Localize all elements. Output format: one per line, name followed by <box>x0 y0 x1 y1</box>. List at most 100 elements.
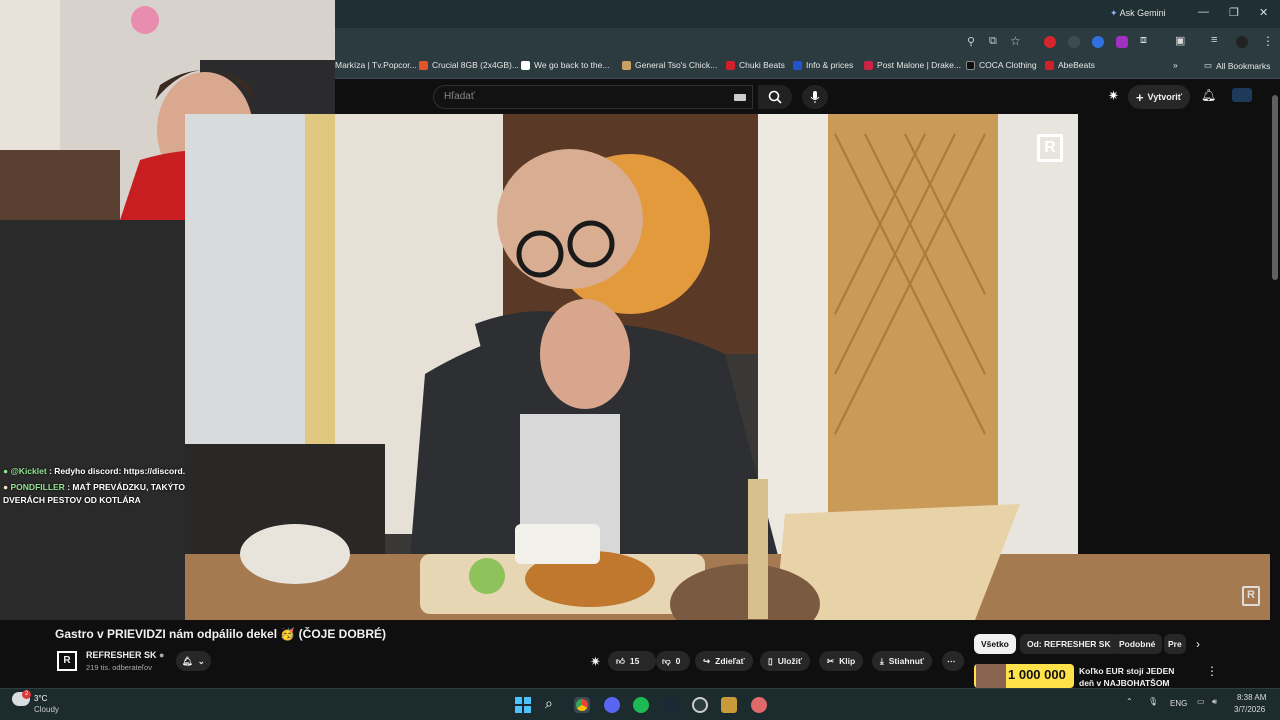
voice-search-button[interactable] <box>802 85 828 109</box>
page-scrollbar[interactable] <box>1272 95 1278 280</box>
bookmark-item[interactable]: General Tso's Chick... <box>622 60 717 70</box>
more-vert-icon[interactable]: ⋮ <box>1206 664 1218 678</box>
bookmark-item[interactable]: We go back to the... <box>521 60 609 70</box>
menu-icon[interactable]: ⋮ <box>1262 34 1274 48</box>
chrome-taskbar-icon[interactable] <box>574 697 590 713</box>
stream-sidebar <box>0 220 185 620</box>
all-bookmarks-button[interactable]: ▭ All Bookmarks <box>1204 60 1270 71</box>
notifications-bell-icon[interactable]: 🔔︎ <box>1201 88 1216 102</box>
bookmark-item[interactable]: Info & prices <box>793 60 853 70</box>
subscribe-bell-button[interactable]: 🔔︎ ⌄ <box>176 651 211 671</box>
bookmark-item[interactable]: Markíza | Tv.Popcor... <box>335 60 417 70</box>
search-icon <box>768 90 782 104</box>
extension-icon[interactable] <box>1044 36 1056 48</box>
channel-watermark-icon: R <box>1037 134 1063 162</box>
restore-icon[interactable]: ❐ <box>1229 6 1239 19</box>
address-bar <box>335 28 1280 55</box>
download-button[interactable]: ⤓ Stiahnuť <box>872 651 933 671</box>
extensions-puzzle-icon[interactable]: ⧈ <box>1140 34 1147 47</box>
verified-icon: ● <box>159 650 165 660</box>
branding-icon[interactable]: R <box>1242 586 1260 606</box>
side-panel-icon[interactable]: ▣ <box>1175 34 1185 47</box>
bookmark-icon: ▯ <box>768 655 773 666</box>
bookmark-favicon <box>966 60 975 70</box>
bookmark-favicon <box>419 60 428 70</box>
windows-start-icon[interactable] <box>515 697 531 713</box>
bookmark-item[interactable]: Post Malone | Drake... <box>864 60 961 70</box>
profile-avatar[interactable] <box>1236 36 1248 48</box>
microphone-tray-icon[interactable]: 🎙︎ <box>1148 697 1158 706</box>
search-input[interactable]: Hľadať <box>433 85 753 109</box>
game-taskbar-icon[interactable] <box>721 697 737 713</box>
thumbnail-face <box>976 664 1006 688</box>
ask-gemini-button[interactable]: ✦ Ask Gemini <box>1110 8 1166 19</box>
close-icon[interactable]: ✕ <box>1259 6 1268 19</box>
bell-icon: 🔔︎ <box>182 655 193 666</box>
bookmark-item[interactable]: Chuki Beats <box>726 60 785 70</box>
bookmarks-bar: Markíza | Tv.Popcor... Crucial 8GB (2x4G… <box>335 55 1280 79</box>
sparkle-icon[interactable]: ✷ <box>1108 88 1119 104</box>
zoom-icon[interactable]: ⚲ <box>967 35 975 48</box>
dislike-button[interactable]: 👎︎ 0 <box>656 651 690 671</box>
discord-taskbar-icon[interactable] <box>604 697 620 713</box>
extension-icon[interactable] <box>1092 36 1104 48</box>
chip-all[interactable]: Všetko <box>974 634 1016 654</box>
channel-name[interactable]: REFRESHER SK ● <box>86 650 164 660</box>
chevron-down-icon: ⌄ <box>197 655 205 666</box>
bookmark-item[interactable]: Crucial 8GB (2x4GB)... <box>419 60 519 70</box>
search-button[interactable] <box>758 85 792 109</box>
save-button[interactable]: ▯ Uložiť <box>760 651 811 671</box>
keyboard-icon[interactable] <box>734 94 746 101</box>
star-icon[interactable]: ☆ <box>1010 34 1021 48</box>
bookmark-favicon <box>1045 60 1054 70</box>
clock-date[interactable]: 3/7/2026 <box>1234 705 1265 714</box>
clip-button[interactable]: ✂ Klip <box>819 651 864 671</box>
temperature: 3°C <box>34 694 48 703</box>
more-actions-button[interactable]: ⋯ <box>942 651 964 671</box>
chat-username: PONDFILLER <box>10 482 65 492</box>
thumbs-down-icon: 👎︎ <box>662 655 671 666</box>
sparkle-icon[interactable]: ✷ <box>590 654 601 670</box>
bookmark-favicon <box>521 60 530 70</box>
account-avatar[interactable] <box>1232 88 1252 102</box>
app-taskbar-icon[interactable] <box>751 697 767 713</box>
bookmark-item[interactable]: COCA Clothing <box>966 60 1037 70</box>
steam-taskbar-icon[interactable] <box>662 697 678 713</box>
create-button[interactable]: + Vytvoriť <box>1128 85 1190 109</box>
weather-condition: Cloudy <box>34 705 59 714</box>
chip-from-channel[interactable]: Od: REFRESHER SK <box>1020 634 1118 654</box>
chip-partial[interactable]: Pre <box>1164 634 1186 654</box>
chevron-right-icon[interactable]: › <box>1196 637 1200 651</box>
recommendation-thumbnail[interactable]: 1 000 000 <box>974 664 1074 688</box>
bookmarks-overflow-icon[interactable]: » <box>1173 60 1178 70</box>
minimize-icon[interactable]: — <box>1198 6 1209 18</box>
microphone-icon <box>810 91 820 103</box>
video-title: Gastro v PRIEVIDZI nám odpálilo dekel 🥳 … <box>55 627 387 641</box>
network-icon[interactable]: ▭ <box>1197 697 1205 706</box>
like-button[interactable]: 👍︎ 15 <box>608 651 656 671</box>
language-indicator[interactable]: ENG <box>1170 699 1187 708</box>
volume-icon[interactable]: 🔊︎ <box>1212 697 1217 707</box>
download-icon: ⤓ <box>880 655 884 666</box>
install-icon[interactable]: ⧉ <box>989 35 997 48</box>
taskbar-search-icon[interactable]: ⌕ <box>545 695 553 712</box>
extension-icon[interactable] <box>1068 36 1080 48</box>
bookmark-favicon <box>726 60 735 70</box>
thumbs-up-icon: 👍︎ <box>616 655 625 666</box>
video-player[interactable]: R R <box>185 114 1270 620</box>
channel-avatar[interactable]: R <box>57 651 77 671</box>
obs-taskbar-icon[interactable] <box>692 697 708 713</box>
extension-icon[interactable] <box>1116 36 1128 48</box>
share-button[interactable]: ↪ Zdieľať <box>695 651 753 671</box>
more-icon: ⋯ <box>947 655 956 666</box>
spotify-taskbar-icon[interactable] <box>633 697 649 713</box>
weather-badge: 2 <box>22 690 31 699</box>
bookmark-item[interactable]: AbeBeats <box>1045 60 1095 70</box>
chip-related[interactable]: Podobné <box>1112 634 1163 654</box>
chat-username: @Kicklet <box>10 466 47 476</box>
media-icon[interactable]: ≡ <box>1211 34 1217 46</box>
clock-time[interactable]: 8:38 AM <box>1237 693 1266 702</box>
subscriber-count: 219 tis. odberateľov <box>86 663 152 672</box>
tray-overflow-icon[interactable]: ⌃ <box>1126 697 1133 706</box>
scissors-icon: ✂ <box>827 655 835 666</box>
